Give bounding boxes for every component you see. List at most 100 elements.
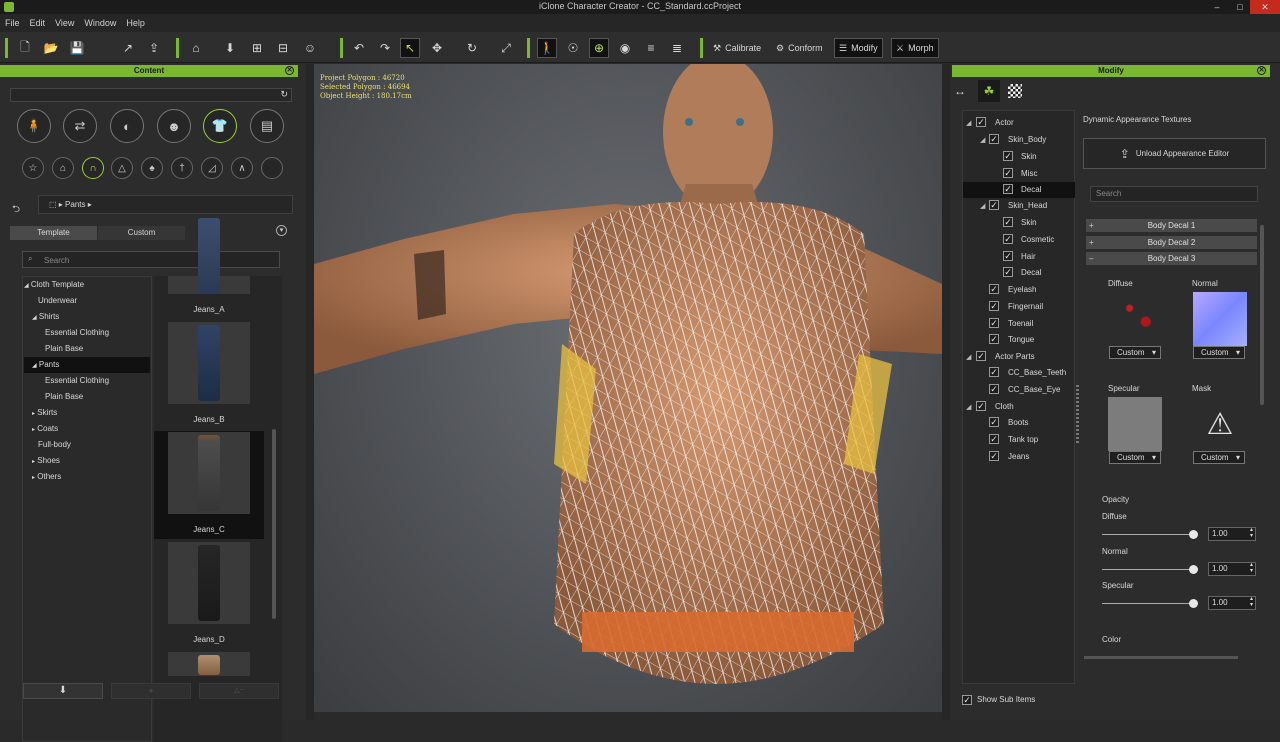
tree-body-misc[interactable]: Misc bbox=[1021, 166, 1037, 182]
tree-pants[interactable]: ◢ Pants bbox=[24, 357, 150, 373]
right-splitter[interactable] bbox=[942, 64, 950, 720]
tree-eye[interactable]: CC_Base_Eye bbox=[1008, 382, 1060, 398]
expand-cloth-icon[interactable]: ◢ bbox=[966, 403, 971, 411]
checkbox-jeans[interactable] bbox=[989, 451, 999, 461]
3d-viewport[interactable]: Project Polygon : 46720 Selected Polygon… bbox=[314, 64, 942, 712]
checkbox-actor-parts[interactable] bbox=[976, 351, 986, 361]
undo-icon[interactable]: ↶ bbox=[349, 38, 369, 58]
close-panel-icon[interactable]: ✕ bbox=[285, 66, 294, 75]
tree-cloth-template[interactable]: ◢ Cloth Template bbox=[24, 277, 150, 293]
tree-coats[interactable]: ▸ Coats bbox=[32, 421, 58, 437]
tree-jeans[interactable]: Jeans bbox=[1008, 449, 1029, 465]
tree-head-decal[interactable]: Decal bbox=[1021, 265, 1041, 281]
slider-knob[interactable] bbox=[1189, 530, 1198, 539]
checkbox-fingernail[interactable] bbox=[989, 301, 999, 311]
checkbox-body-skin[interactable] bbox=[1003, 151, 1013, 161]
export-icon[interactable]: ↗ bbox=[118, 38, 138, 58]
tab-template[interactable]: Template bbox=[10, 226, 97, 240]
specular-texture-slot[interactable] bbox=[1108, 397, 1162, 451]
apply-download-button[interactable]: ⬇ bbox=[23, 683, 103, 699]
wireframe-icon[interactable]: ⊕ bbox=[589, 38, 609, 58]
item-thumb-jeans-c[interactable] bbox=[168, 432, 250, 514]
menu-help[interactable]: Help bbox=[121, 14, 150, 32]
tree-fingernail[interactable]: Fingernail bbox=[1008, 299, 1043, 315]
tab-options-icon[interactable]: ▾ bbox=[276, 225, 287, 236]
checkbox-tongue[interactable] bbox=[989, 334, 999, 344]
tree-cloth[interactable]: Cloth bbox=[995, 399, 1014, 415]
checkbox-skin-head[interactable] bbox=[989, 200, 999, 210]
transform-tab-icon[interactable]: ↔ bbox=[954, 84, 966, 98]
checkbox-head-hair[interactable] bbox=[1003, 251, 1013, 261]
tree-boots[interactable]: Boots bbox=[1008, 415, 1028, 431]
breadcrumb[interactable]: ⬚ ▸ Pants ▸ bbox=[38, 195, 293, 214]
tree-skirts[interactable]: ▸ Skirts bbox=[32, 405, 57, 421]
scale-icon[interactable]: ⤢ bbox=[496, 38, 516, 58]
tree-skin-head[interactable]: Skin_Head bbox=[1008, 198, 1047, 214]
tree-shoes[interactable]: ▸ Shoes bbox=[32, 453, 60, 469]
tree-body-skin[interactable]: Skin bbox=[1021, 149, 1037, 165]
category-accessory-icon[interactable]: ▤ bbox=[250, 109, 284, 143]
sub-empty-icon[interactable] bbox=[261, 157, 283, 179]
tree-actor-parts[interactable]: Actor Parts bbox=[995, 349, 1035, 365]
tree-full-body[interactable]: Full-body bbox=[38, 437, 71, 453]
refresh-icon[interactable]: ↻ bbox=[280, 89, 288, 100]
tree-eyelash[interactable]: Eyelash bbox=[1008, 282, 1036, 298]
sub-skirt-icon[interactable]: △ bbox=[111, 157, 133, 179]
opacity-normal-spinbox[interactable]: 1.00 bbox=[1208, 562, 1256, 576]
tree-tank-top[interactable]: Tank top bbox=[1008, 432, 1038, 448]
conform-button[interactable]: ⚙ Conform bbox=[772, 38, 827, 58]
texture-tab-icon[interactable] bbox=[1008, 84, 1022, 98]
category-clothing-icon[interactable]: 👕 bbox=[203, 109, 237, 143]
tree-shirts[interactable]: ◢ Shirts bbox=[32, 309, 59, 325]
redo-icon[interactable]: ↷ bbox=[375, 38, 395, 58]
morph-button[interactable]: ⚔ Morph bbox=[891, 38, 939, 58]
category-skin-icon[interactable]: ◐ bbox=[110, 109, 144, 143]
eye-icon[interactable]: ◉ bbox=[615, 38, 635, 58]
sub-shoes-icon[interactable]: ◿ bbox=[201, 157, 223, 179]
export-fbx-icon[interactable]: ⇪ bbox=[144, 38, 164, 58]
sub-hanger-icon[interactable]: ∧ bbox=[231, 157, 253, 179]
tree-others[interactable]: ▸ Others bbox=[32, 469, 61, 485]
delete-custom-button[interactable]: △− bbox=[199, 683, 279, 699]
opacity-specular-slider[interactable] bbox=[1102, 599, 1198, 608]
editor-scrollbar[interactable] bbox=[1260, 225, 1264, 405]
menu-window[interactable]: Window bbox=[79, 14, 121, 32]
category-body-icon[interactable]: 🧍 bbox=[17, 109, 51, 143]
slider-knob[interactable] bbox=[1189, 599, 1198, 608]
checkbox-boots[interactable] bbox=[989, 417, 999, 427]
expand-actor-icon[interactable]: ◢ bbox=[966, 119, 971, 127]
calibrate-button[interactable]: ⚒ Calibrate bbox=[709, 38, 765, 58]
checkbox-head-cosmetic[interactable] bbox=[1003, 234, 1013, 244]
tree-head-hair[interactable]: Hair bbox=[1021, 249, 1036, 265]
diffuse-custom-dropdown[interactable]: Custom bbox=[1109, 346, 1161, 359]
checkbox-body-decal[interactable] bbox=[1003, 184, 1013, 194]
opacity-diffuse-spinbox[interactable]: 1.00 bbox=[1208, 527, 1256, 541]
category-morph-icon[interactable]: ⇄ bbox=[63, 109, 97, 143]
item-grid-scrollbar[interactable] bbox=[272, 429, 276, 619]
cloth-add-icon[interactable]: ⊟ bbox=[273, 38, 293, 58]
move-icon[interactable]: ✥ bbox=[427, 38, 447, 58]
tree-skin-body[interactable]: Skin_Body bbox=[1008, 132, 1046, 148]
tree-body-decal[interactable]: Decal bbox=[1021, 182, 1041, 198]
face-icon[interactable]: ☺ bbox=[300, 38, 320, 58]
item-thumb-jeans-b[interactable] bbox=[168, 322, 250, 404]
expand-actor-parts-icon[interactable]: ◢ bbox=[966, 353, 971, 361]
sub-fullbody-icon[interactable]: † bbox=[171, 157, 193, 179]
expand-skin-head-icon[interactable]: ◢ bbox=[980, 202, 985, 210]
minimize-button[interactable]: – bbox=[1205, 0, 1229, 14]
sub-shirt-icon[interactable]: ⌂ bbox=[52, 157, 74, 179]
tree-shirts-plain[interactable]: Plain Base bbox=[45, 341, 83, 357]
horizontal-scrollbar[interactable] bbox=[1084, 656, 1238, 659]
menu-file[interactable]: File bbox=[0, 14, 25, 32]
tree-toenail[interactable]: Toenail bbox=[1008, 316, 1033, 332]
rotate-icon[interactable]: ↻ bbox=[462, 38, 482, 58]
checkbox-eye[interactable] bbox=[989, 384, 999, 394]
tree-tongue[interactable]: Tongue bbox=[1008, 332, 1034, 348]
checkbox-body-misc[interactable] bbox=[1003, 168, 1013, 178]
new-file-icon[interactable]: 🗋 bbox=[15, 38, 35, 58]
close-panel-icon[interactable]: ✕ bbox=[1257, 66, 1266, 75]
body-view-icon[interactable]: 🚶 bbox=[537, 38, 557, 58]
save-icon[interactable]: 💾 bbox=[67, 38, 87, 58]
menu-edit[interactable]: Edit bbox=[25, 14, 51, 32]
layers-alt-icon[interactable]: ≣ bbox=[667, 38, 687, 58]
